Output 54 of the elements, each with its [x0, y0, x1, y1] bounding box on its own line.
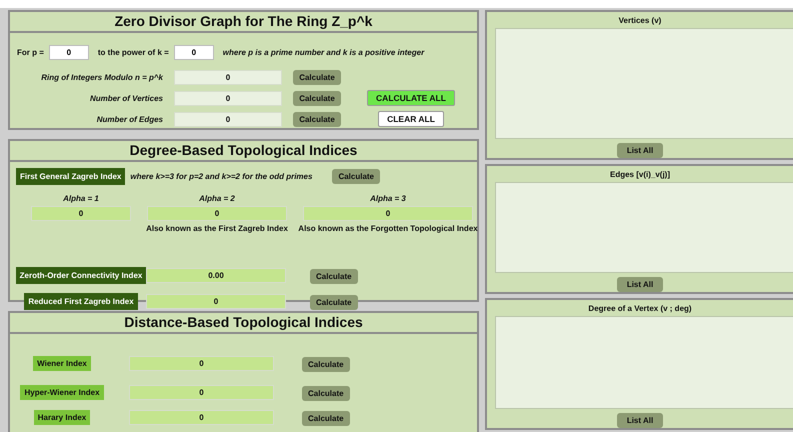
alpha-caption: Also known as the Forgotten Topological Index	[298, 224, 478, 233]
alpha-label: Alpha = 1	[63, 194, 99, 203]
index-label: Harary Index	[34, 410, 90, 424]
k-label: to the power of k =	[98, 48, 169, 57]
alpha-label: Alpha = 2	[199, 194, 235, 203]
p-label: For p =	[17, 48, 44, 57]
alpha-label: Alpha = 3	[370, 194, 406, 203]
list-area[interactable]	[495, 316, 793, 409]
result-field: 0	[129, 384, 274, 400]
list-title: Degree of a Vertex (v ; deg)	[587, 303, 693, 315]
list-title: Vertices (v)	[618, 15, 662, 27]
row-label: Number of Edges	[96, 114, 163, 124]
calculate-button[interactable]: Calculate	[310, 295, 358, 310]
list-title: Edges [v(i)_v(j)]	[608, 169, 671, 181]
list-all-button[interactable]: List All	[616, 413, 664, 428]
list-area[interactable]	[495, 182, 793, 273]
list-area[interactable]	[495, 28, 793, 139]
calculate-button[interactable]: Calculate	[302, 357, 350, 372]
panel-title: Zero Divisor Graph for The Ring Z_p^k	[10, 12, 477, 33]
panel-title: Degree-Based Topological Indices	[10, 141, 477, 162]
row-label: Number of Vertices	[88, 94, 163, 102]
index-label: Reduced First Zagreb Index	[24, 292, 138, 310]
calculate-button[interactable]: Calculate	[310, 269, 358, 284]
calculate-button[interactable]: Calculate	[302, 411, 350, 426]
alpha-caption: Also known as the First Zagreb Index	[146, 224, 288, 233]
result-field: 0	[129, 410, 274, 424]
condition-note: where k>=3 for p=2 and k>=2 for the odd primes	[130, 172, 312, 181]
input-note: where p is a prime number and k is a positive integer	[222, 48, 424, 57]
result-field: 0.00	[146, 268, 286, 282]
row-label: Ring of Integers Modulo n = p^k	[40, 73, 163, 82]
k-input[interactable]: 0	[174, 45, 214, 60]
result-field: 0	[129, 356, 274, 370]
p-input[interactable]: 0	[48, 45, 89, 60]
index-label: Zeroth-Order Connectivity Index	[16, 266, 146, 284]
result-field: 0	[146, 294, 286, 308]
result-field: 0	[174, 112, 282, 126]
result-field: 0	[174, 90, 282, 106]
calculate-button[interactable]: Calculate	[293, 70, 341, 85]
calculate-button[interactable]: Calculate	[293, 90, 341, 106]
result-field: 0	[303, 206, 473, 221]
calculate-button[interactable]: Calculate	[293, 112, 341, 126]
index-label: Hyper-Wiener Index	[20, 384, 104, 400]
clear-all-button[interactable]: CLEAR ALL	[378, 111, 444, 127]
calculate-all-button[interactable]: CALCULATE ALL	[367, 90, 455, 106]
calculate-button[interactable]: Calculate	[302, 386, 350, 401]
list-all-button[interactable]: List All	[616, 277, 664, 292]
result-field: 0	[147, 206, 287, 221]
panel-title: Distance-Based Topological Indices	[10, 313, 477, 334]
index-label: First General Zagreb Index	[16, 168, 126, 185]
list-all-button[interactable]: List All	[616, 143, 664, 158]
calculate-button[interactable]: Calculate	[332, 169, 380, 184]
index-label: Wiener Index	[33, 356, 91, 370]
result-field: 0	[31, 206, 131, 221]
result-field: 0	[174, 70, 282, 85]
